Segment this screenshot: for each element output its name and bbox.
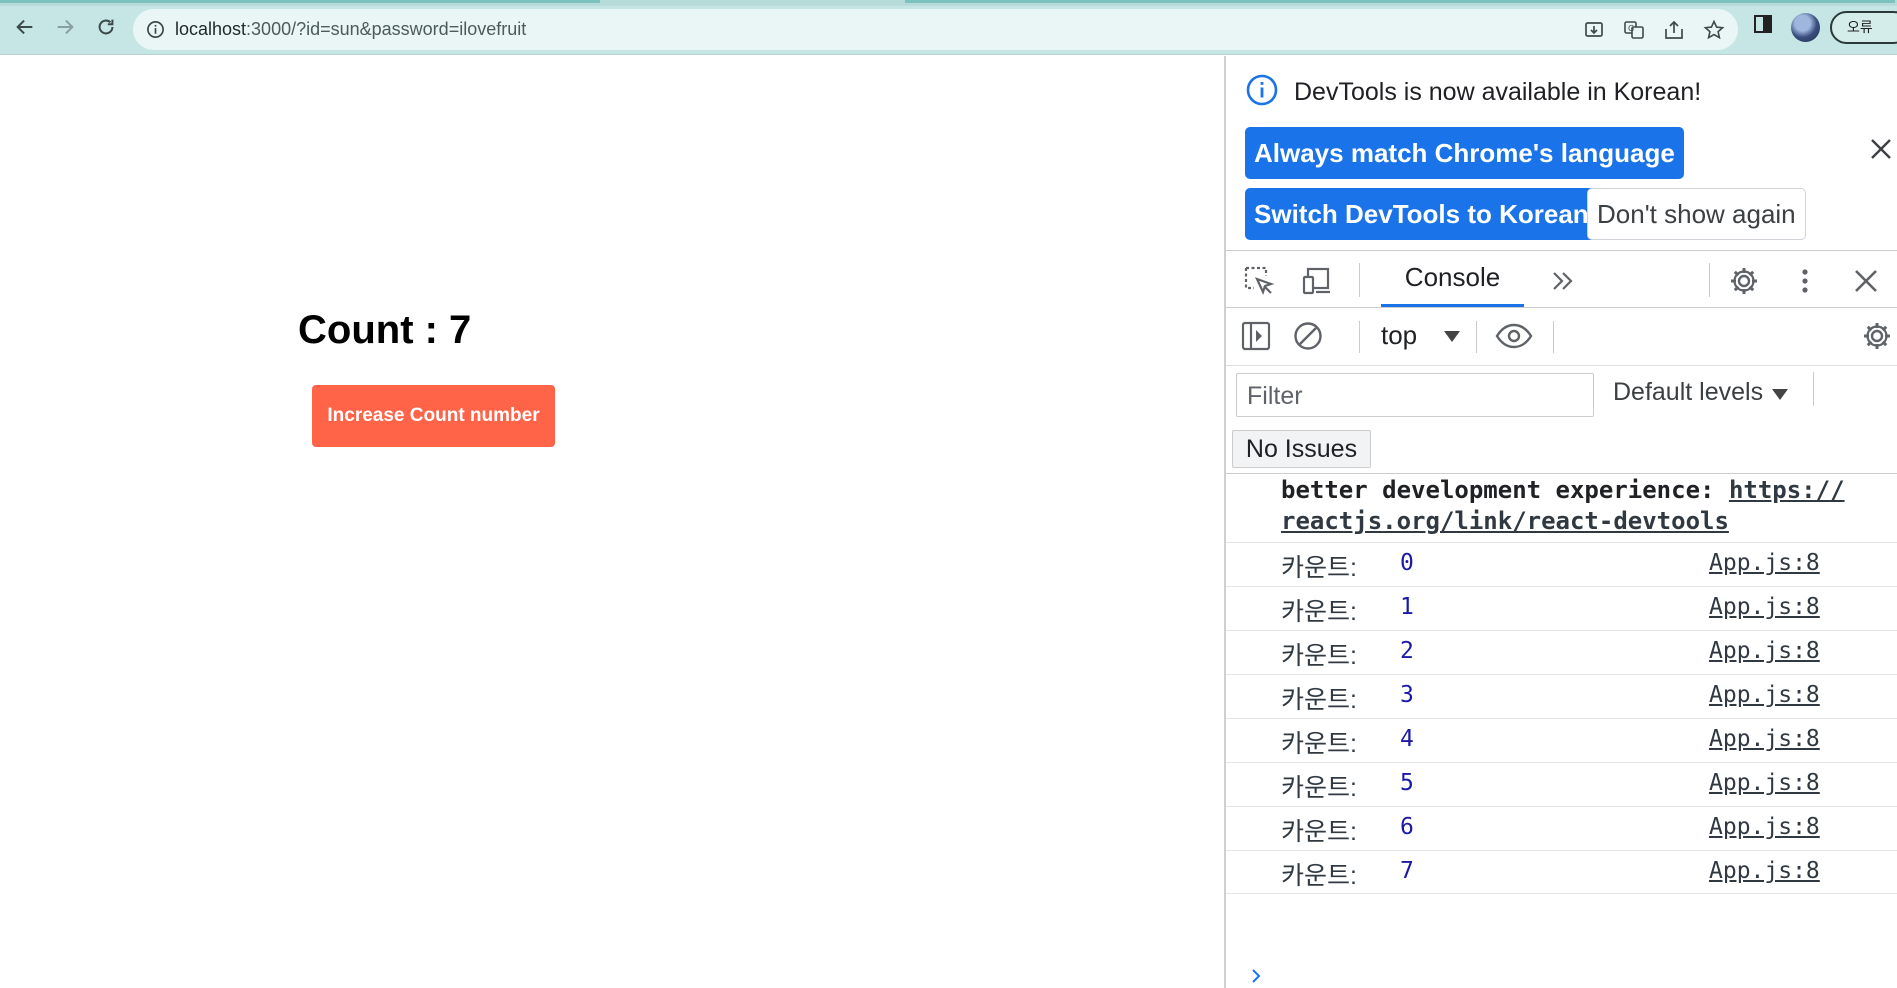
log-source-link[interactable]: App.js:8 [1709,770,1820,796]
tab-console[interactable]: Console [1381,251,1524,307]
browser-toolbar: localhost:3000/?id=sun&password=ilovefru… [0,0,1897,55]
arrow-right-icon [57,19,74,35]
reload-button[interactable] [94,13,118,41]
log-row: 카운트: 3 App.js:8 [1226,674,1897,718]
more-options-icon[interactable] [1789,265,1821,297]
tab-strip [0,0,1897,6]
log-row: 카운트: 0 App.js:8 [1226,542,1897,586]
url-host: localhost [175,19,247,39]
toolbar-divider [1476,321,1477,353]
tab-indicator [0,0,600,3]
log-row: 카운트: 1 App.js:8 [1226,586,1897,630]
log-row: 카운트: 6 App.js:8 [1226,806,1897,850]
infobar-message: DevTools is now available in Korean! [1294,78,1702,106]
log-label: 카운트: [1281,554,1357,582]
warning-link-part2[interactable]: reactjs.org/link/react-devtools [1281,507,1729,535]
log-label: 카운트: [1281,862,1357,890]
issues-bar: No Issues [1226,422,1897,474]
back-button[interactable] [13,13,37,41]
page-viewport: Count : 7 Increase Count number [0,56,1224,988]
bookmark-star-icon[interactable] [1703,19,1725,41]
log-source-link[interactable]: App.js:8 [1709,814,1820,840]
url-path: :3000/?id=sun&password=ilovefruit [246,19,527,39]
sidebar-toggle-icon[interactable] [1240,320,1272,352]
log-label: 카운트: [1281,642,1357,670]
warning-link-part1[interactable]: https:// [1729,476,1845,504]
devtools-tabbar: Console [1226,250,1897,308]
log-label: 카운트: [1281,598,1357,626]
log-label: 카운트: [1281,818,1357,846]
switch-to-korean-button[interactable]: Switch DevTools to Korean [1245,188,1598,240]
increase-count-button[interactable]: Increase Count number [312,385,555,447]
log-source-link[interactable]: App.js:8 [1709,638,1820,664]
profile-error-badge[interactable]: 오류 [1830,11,1897,44]
log-value: 6 [1400,814,1414,840]
live-expression-eye-icon[interactable] [1494,320,1534,352]
reload-icon [98,19,114,35]
clear-console-icon[interactable] [1292,320,1324,352]
log-source-link[interactable]: App.js:8 [1709,594,1820,620]
log-label: 카운트: [1281,730,1357,758]
site-info-icon[interactable] [146,20,165,39]
log-row: 카운트: 2 App.js:8 [1226,630,1897,674]
toolbar-divider [1813,372,1814,406]
toolbar-divider [1553,321,1554,353]
toolbar-divider [1359,321,1360,353]
count-heading: Count : 7 [298,308,472,352]
log-value: 7 [1400,858,1414,884]
svg-text:G: G [1628,24,1634,33]
log-source-link[interactable]: App.js:8 [1709,858,1820,884]
url-text[interactable]: localhost:3000/?id=sun&password=ilovefru… [175,19,526,40]
console-prompt-chevron-icon[interactable] [1248,967,1266,985]
tab-indicator [905,0,1895,3]
translate-icon[interactable]: G [1623,19,1645,41]
install-icon[interactable] [1583,19,1605,41]
arrow-left-icon [16,19,33,35]
console-toolbar: top [1226,308,1897,366]
log-value: 0 [1400,550,1414,576]
inspect-element-icon[interactable] [1243,265,1275,297]
log-source-link[interactable]: App.js:8 [1709,726,1820,752]
log-value: 2 [1400,638,1414,664]
profile-avatar[interactable] [1791,13,1820,42]
log-row: 카운트: 7 App.js:8 [1226,850,1897,894]
always-match-language-button[interactable]: Always match Chrome's language [1245,127,1684,179]
info-icon [1246,74,1278,106]
share-icon[interactable] [1663,19,1685,41]
log-label: 카운트: [1281,774,1357,802]
language-infobar: DevTools is now available in Korean! Alw… [1226,56,1897,250]
log-row: 카운트: 4 App.js:8 [1226,718,1897,762]
log-levels-dropdown[interactable]: Default levels [1613,378,1763,407]
log-value: 5 [1400,770,1414,796]
more-tabs-icon[interactable] [1548,265,1580,297]
toolbar-divider [1709,263,1710,297]
device-toolbar-icon[interactable] [1302,265,1334,297]
forward-button[interactable] [53,13,77,41]
log-value: 1 [1400,594,1414,620]
context-selector[interactable]: top [1381,320,1417,351]
settings-gear-icon[interactable] [1728,265,1760,297]
issues-button[interactable]: No Issues [1232,430,1371,468]
close-infobar-icon[interactable] [1868,136,1894,162]
log-row: 카운트: 5 App.js:8 [1226,762,1897,806]
react-devtools-warning: better development experience: https://r… [1281,475,1881,537]
filter-bar: Filter Default levels [1226,366,1897,422]
console-settings-gear-icon[interactable] [1861,320,1893,352]
log-value: 4 [1400,726,1414,752]
context-dropdown-caret[interactable] [1444,331,1460,342]
dont-show-again-button[interactable]: Don't show again [1587,188,1806,240]
toolbar-divider [1359,263,1360,297]
log-source-link[interactable]: App.js:8 [1709,550,1820,576]
filter-input[interactable]: Filter [1236,373,1594,417]
levels-dropdown-caret[interactable] [1772,389,1788,400]
side-panel-icon[interactable] [1752,13,1774,35]
log-value: 3 [1400,682,1414,708]
warning-text: better development experience: [1281,476,1729,504]
log-label: 카운트: [1281,686,1357,714]
devtools-panel: DevTools is now available in Korean! Alw… [1224,56,1897,988]
log-source-link[interactable]: App.js:8 [1709,682,1820,708]
close-devtools-icon[interactable] [1850,265,1882,297]
address-bar[interactable]: localhost:3000/?id=sun&password=ilovefru… [133,9,1738,50]
